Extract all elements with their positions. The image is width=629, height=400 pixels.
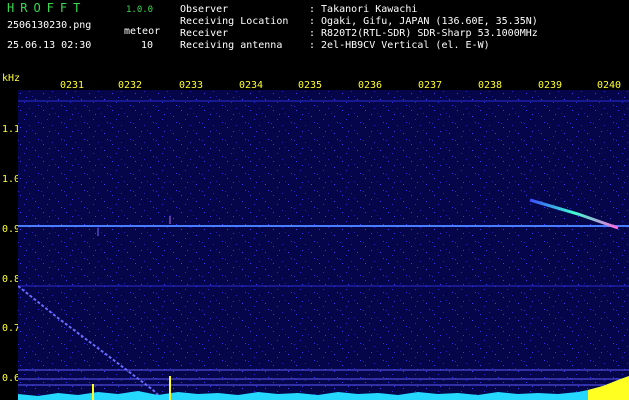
meteor-count: 10	[141, 40, 154, 51]
filename: 2506130230.png	[7, 20, 92, 31]
spectrogram	[18, 90, 629, 400]
app-version: 1.0.0	[126, 5, 154, 15]
meteor-label: meteor	[124, 26, 161, 37]
hrofft-window: HROFFT 1.0.0 2506130230.png meteor 25.06…	[0, 0, 629, 400]
info-label-receiver: Receiver	[180, 28, 229, 39]
info-value-receiver: : R820T2(RTL-SDR) SDR-Sharp 53.1000MHz	[309, 28, 538, 39]
freq-unit-label: kHz	[2, 73, 21, 84]
datetime: 25.06.13 02:30	[7, 40, 92, 51]
info-label-location: Receiving Location	[180, 16, 289, 27]
noise-background	[18, 90, 629, 400]
info-label-antenna: Receiving antenna	[180, 40, 283, 51]
info-value-observer: : Takanori Kawachi	[309, 4, 418, 15]
info-label-observer: Observer	[180, 4, 229, 15]
app-title: HROFFT	[7, 1, 87, 15]
info-value-antenna: : 2el-HB9CV Vertical (el. E-W)	[309, 40, 490, 51]
info-value-location: : Ogaki, Gifu, JAPAN (136.60E, 35.35N)	[309, 16, 538, 27]
